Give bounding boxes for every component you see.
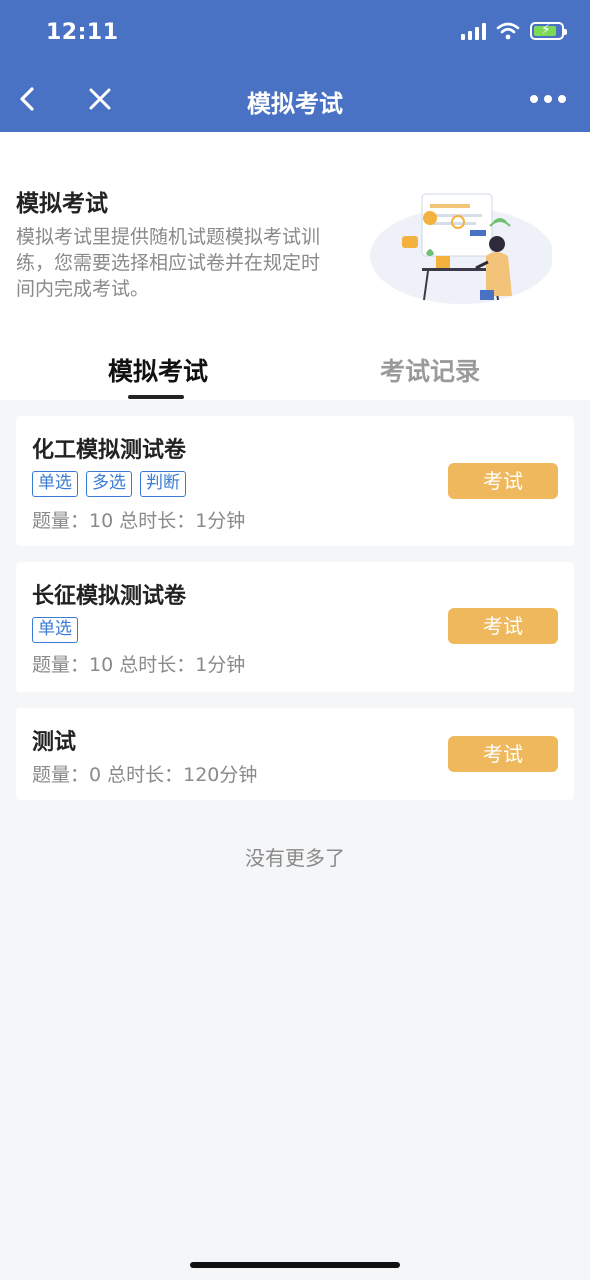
tag-multiple-choice: 多选 (86, 471, 132, 497)
exam-illustration (370, 193, 552, 304)
battery-icon: ⚡ (530, 22, 567, 40)
tab-bar: 模拟考试 考试记录 (0, 340, 590, 400)
tab-exam-records[interactable]: 考试记录 (380, 352, 480, 388)
start-exam-button[interactable]: 考试 (448, 736, 558, 772)
tab-active-indicator (128, 395, 184, 399)
exam-meta: 题量：10 总时长：1分钟 (32, 654, 246, 676)
exam-card: 测试 题量：0 总时长：120分钟 考试 (16, 708, 574, 800)
exam-card: 长征模拟测试卷 单选 题量：10 总时长：1分钟 考试 (16, 562, 574, 692)
question-type-tags: 单选 多选 判断 (32, 471, 186, 497)
list-end-text: 没有更多了 (245, 846, 345, 870)
start-exam-button[interactable]: 考试 (448, 608, 558, 644)
intro-title: 模拟考试 (16, 191, 108, 217)
status-time: 12:11 (46, 20, 119, 45)
signal-icon (461, 22, 486, 40)
exam-meta: 题量：0 总时长：120分钟 (32, 764, 258, 786)
more-icon[interactable] (530, 86, 566, 112)
page-title: 模拟考试 (247, 90, 343, 118)
tag-true-false: 判断 (140, 471, 186, 497)
question-type-tags: 单选 (32, 617, 78, 643)
start-exam-button[interactable]: 考试 (448, 463, 558, 499)
home-indicator[interactable] (190, 1262, 400, 1268)
tab-mock-exam[interactable]: 模拟考试 (108, 352, 208, 388)
wifi-icon (496, 22, 520, 40)
exam-title: 长征模拟测试卷 (32, 584, 187, 609)
exam-meta: 题量：10 总时长：1分钟 (32, 510, 246, 532)
tag-single-choice: 单选 (32, 471, 78, 497)
tag-single-choice: 单选 (32, 617, 78, 643)
exam-card: 化工模拟测试卷 单选 多选 判断 题量：10 总时长：1分钟 考试 (16, 416, 574, 546)
app-header: 12:11 ⚡ 模拟考试 (0, 0, 590, 132)
intro-description: 模拟考试里提供随机试题模拟考试训练，您需要选择相应试卷并在规定时间内完成考试。 (16, 226, 321, 300)
status-icons: ⚡ (461, 22, 567, 40)
exam-title: 化工模拟测试卷 (32, 438, 187, 463)
exam-title: 测试 (32, 730, 77, 755)
